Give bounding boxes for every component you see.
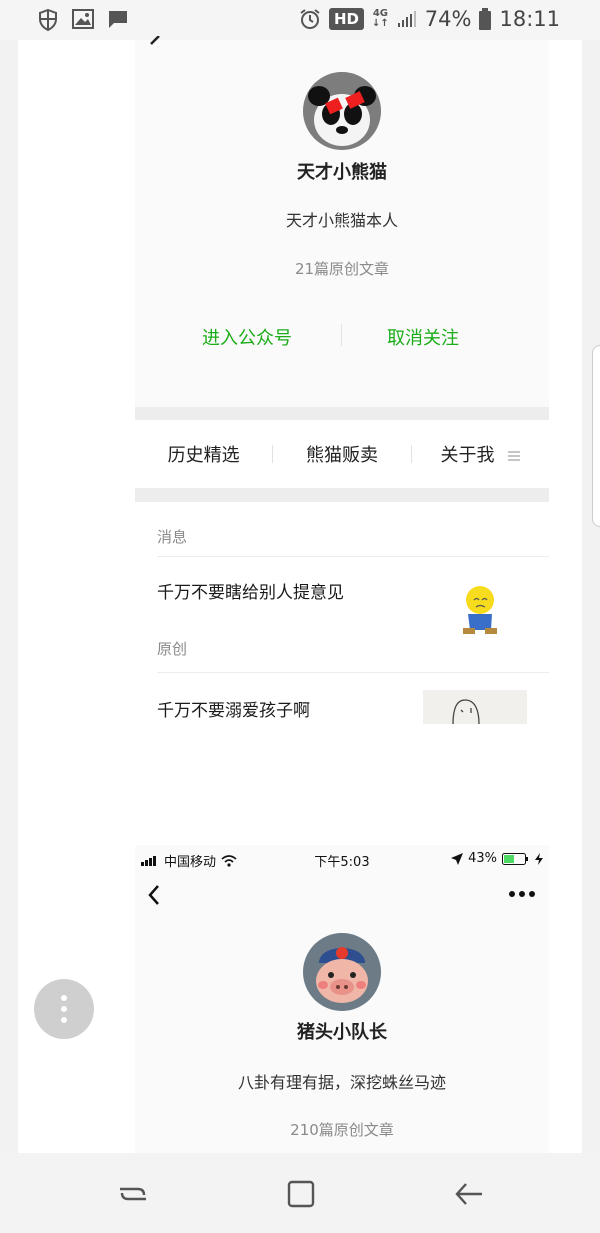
section-label-messages: 消息 xyxy=(157,528,188,546)
status-left-icons xyxy=(38,9,128,31)
home-icon[interactable] xyxy=(286,1179,316,1209)
panda-avatar-icon xyxy=(303,72,381,150)
shield-icon xyxy=(39,9,57,31)
divider xyxy=(157,556,549,557)
account-bio: 八卦有理有据，深挖蛛丝马迹 xyxy=(237,1073,446,1092)
ios-status-right: 43% xyxy=(451,851,543,866)
article-feed: 消息 千万不要瞎给别人提意见 原创 千万不要溺爱孩子啊 xyxy=(135,502,549,725)
sad-character-icon xyxy=(463,586,497,634)
edge-panel-handle[interactable] xyxy=(592,345,600,527)
article-count: 210篇原创文章 xyxy=(290,1121,394,1139)
charging-icon xyxy=(535,852,543,865)
ios-battery-percent: 43% xyxy=(468,851,497,866)
recent-apps-icon[interactable] xyxy=(118,1179,148,1209)
clock: 18:11 xyxy=(499,7,560,31)
action-divider xyxy=(341,324,342,346)
location-icon xyxy=(451,852,464,865)
tab-history[interactable]: 历史精选 xyxy=(135,441,272,467)
account-bio: 天才小熊猫本人 xyxy=(285,211,398,230)
image-icon xyxy=(72,9,94,29)
alarm-icon xyxy=(300,9,320,29)
battery-percent: 74% xyxy=(424,7,472,31)
back-icon[interactable] xyxy=(454,1179,484,1209)
more-icon[interactable] xyxy=(509,891,535,897)
android-nav-bar xyxy=(0,1153,600,1233)
doodle-face-icon xyxy=(452,699,480,725)
hd-badge: HD xyxy=(329,8,365,30)
menu-tabs: 历史精选 熊猫贩卖 关于我 xyxy=(135,420,549,488)
tab-panda-shop[interactable]: 熊猫贩卖 xyxy=(273,441,410,467)
article-thumbnail[interactable] xyxy=(423,690,527,725)
tab-about-label: 关于我 xyxy=(440,445,495,466)
profile-panel: 天才小熊猫 天才小熊猫本人 21篇原创文章 进入公众号 取消关注 xyxy=(135,36,549,408)
battery-icon xyxy=(479,8,492,30)
network-type: 4G ↓↑ xyxy=(372,9,389,29)
section-gap xyxy=(135,488,549,502)
avatar[interactable] xyxy=(303,933,381,1011)
account-name: 猪头小队长 xyxy=(297,1022,387,1043)
section-gap xyxy=(135,407,549,420)
back-icon[interactable] xyxy=(147,885,161,905)
android-status-bar: HD 4G ↓↑ 74% 18:11 xyxy=(0,0,600,40)
network-arrows: ↓↑ xyxy=(372,18,389,29)
ios-battery-icon xyxy=(502,852,528,865)
section-label-original: 原创 xyxy=(157,640,188,658)
tab-about-me[interactable]: 关于我 xyxy=(412,441,549,467)
article-title[interactable]: 千万不要瞎给别人提意见 xyxy=(157,578,344,603)
floating-menu-button[interactable] xyxy=(34,979,94,1039)
divider xyxy=(157,672,549,673)
avatar[interactable] xyxy=(303,72,381,150)
unfollow-button[interactable]: 取消关注 xyxy=(387,324,459,350)
signal-icon xyxy=(397,11,416,27)
chat-icon xyxy=(109,11,127,28)
back-icon[interactable] xyxy=(147,36,161,46)
pig-avatar-icon xyxy=(303,933,381,1011)
article-count: 21篇原创文章 xyxy=(294,260,390,278)
menu-icon xyxy=(508,451,521,461)
article-title[interactable]: 千万不要溺爱孩子啊 xyxy=(157,696,310,721)
account-name: 天才小熊猫 xyxy=(297,162,387,183)
article-thumbnail[interactable] xyxy=(435,572,527,644)
status-right: HD 4G ↓↑ 74% 18:11 xyxy=(299,7,560,31)
second-profile-screenshot: 中国移动 下午5:03 43% 猪头小队长 八卦有理有据，深挖蛛丝马迹 210篇… xyxy=(135,845,549,1153)
more-vertical-icon xyxy=(61,995,67,1023)
enter-account-button[interactable]: 进入公众号 xyxy=(202,324,292,350)
